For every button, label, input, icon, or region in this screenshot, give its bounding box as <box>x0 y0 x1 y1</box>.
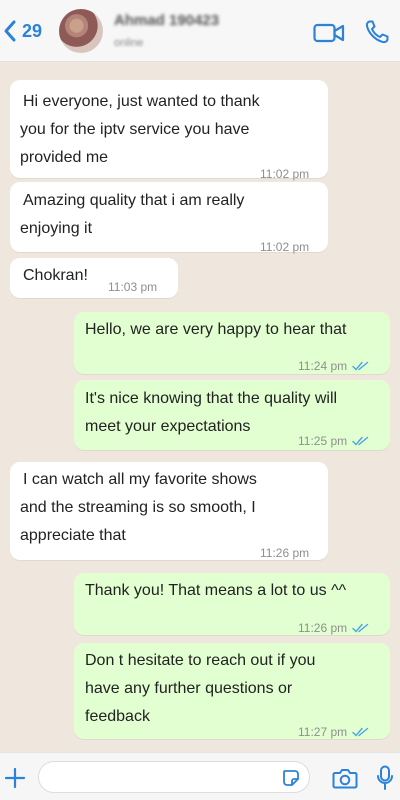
message-text: Don t hesitate to reach out if you <box>85 652 316 669</box>
message-text: Amazing quality that i am really <box>23 192 245 209</box>
contact-name[interactable]: Ahmad 190423 <box>114 12 219 29</box>
read-receipt-icon <box>352 727 369 737</box>
message-text: It's nice knowing that the quality will <box>85 390 338 407</box>
message-time: 11:26 pm <box>298 621 348 635</box>
read-receipt-icon <box>352 361 369 371</box>
read-receipt-icon <box>352 436 369 446</box>
message-text: you for the iptv service you have <box>20 121 250 138</box>
chevron-left-icon <box>4 20 16 42</box>
message-time: 11:24 pm <box>298 359 348 373</box>
message-text: enjoying it <box>20 220 93 237</box>
microphone-icon[interactable] <box>376 765 394 791</box>
message-text: Thank you! That means a lot to us ^^ <box>85 582 347 599</box>
message-bubble-incoming[interactable]: I can watch all my favorite shows and th… <box>10 462 328 560</box>
video-camera-icon[interactable] <box>313 22 345 44</box>
message-time: 11:03 pm <box>108 280 158 294</box>
message-bubble-incoming[interactable]: Chokran! 11:03 pm <box>10 258 178 298</box>
message-input[interactable] <box>38 761 310 793</box>
composer-bar <box>0 752 400 800</box>
message-bubble-outgoing[interactable]: Thank you! That means a lot to us ^^ 11:… <box>74 573 390 635</box>
message-meta: 11:26 pm <box>298 614 370 642</box>
message-text: Hello, we are very happy to hear that <box>85 321 347 338</box>
phone-icon[interactable] <box>364 19 390 45</box>
message-list[interactable]: Hi everyone, just wanted to thank you fo… <box>0 62 400 752</box>
message-time: 11:25 pm <box>298 434 348 448</box>
back-button[interactable]: 29 <box>0 14 54 48</box>
message-text: meet your expectations <box>85 418 251 435</box>
message-bubble-outgoing[interactable]: It's nice knowing that the quality will … <box>74 380 390 450</box>
message-bubble-incoming[interactable]: Hi everyone, just wanted to thank you fo… <box>10 80 328 181</box>
contact-status: online <box>114 37 144 49</box>
message-text: I can watch all my favorite shows <box>23 471 257 488</box>
message-text: have any further questions or <box>85 680 293 697</box>
read-receipt-icon <box>352 623 369 633</box>
message-text: provided me <box>20 149 109 166</box>
avatar[interactable] <box>59 9 103 53</box>
chat-header: 29 Ahmad 190423 online <box>0 0 400 62</box>
message-bubble-outgoing[interactable]: Hello, we are very happy to hear that 11… <box>74 312 390 374</box>
message-bubble-incoming[interactable]: Amazing quality that i am really enjoyin… <box>10 182 328 254</box>
message-time: 11:27 pm <box>298 725 348 739</box>
sticker-icon[interactable] <box>282 769 300 787</box>
message-bubble-outgoing[interactable]: Don t hesitate to reach out if you have … <box>74 643 390 739</box>
message-text: and the streaming is so smooth, I <box>20 499 256 516</box>
message-time: 11:02 pm <box>260 240 310 254</box>
message-meta: 11:24 pm <box>298 352 370 380</box>
unread-count: 29 <box>22 20 43 41</box>
message-text: feedback <box>85 708 150 725</box>
message-meta: 11:27 pm <box>298 718 370 746</box>
message-text: appreciate that <box>20 527 126 544</box>
message-meta: 11:25 pm <box>298 427 370 455</box>
plus-icon[interactable] <box>4 767 26 789</box>
message-time: 11:26 pm <box>260 546 310 560</box>
camera-icon[interactable] <box>332 766 358 790</box>
message-text: Hi everyone, just wanted to thank <box>23 93 260 110</box>
message-text: Chokran! <box>23 267 88 284</box>
